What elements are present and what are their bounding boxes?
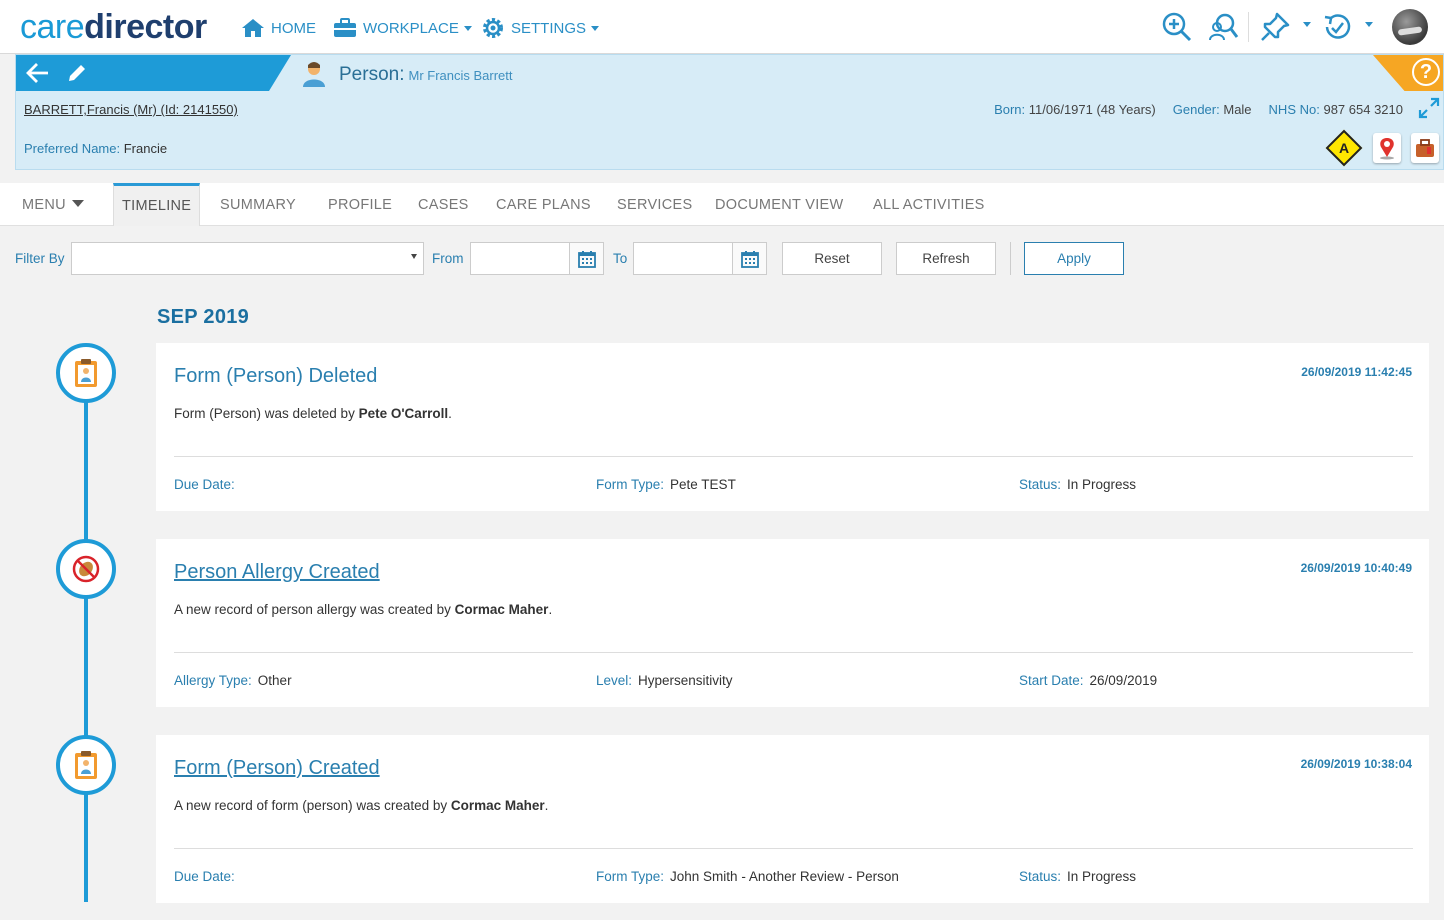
caredirector-logo[interactable]: caredirector bbox=[20, 8, 207, 47]
card-divider bbox=[174, 652, 1413, 653]
chevron-down-icon[interactable] bbox=[1365, 22, 1373, 27]
timeline-card-description: A new record of form (person) was create… bbox=[174, 798, 549, 813]
card-field: Form Type: John Smith - Another Review - … bbox=[596, 869, 899, 884]
timeline-card-date: 26/09/2019 10:38:04 bbox=[1300, 757, 1412, 771]
card-field: Status: In Progress bbox=[1019, 869, 1137, 884]
timeline-month-heading: SEP 2019 bbox=[157, 306, 250, 328]
alert-warning-icon[interactable]: A bbox=[1325, 129, 1363, 167]
preferred-name: Preferred Name: Francie bbox=[24, 141, 168, 156]
page-title: Person: Mr Francis Barrett bbox=[339, 64, 513, 85]
person-header: Person: Mr Francis Barrett ? BARRETT,Fran… bbox=[15, 54, 1444, 170]
timeline-card: Form (Person) Deleted 26/09/2019 11:42:4… bbox=[156, 343, 1429, 511]
form-clipboard-icon bbox=[75, 359, 97, 387]
advanced-search-icon[interactable] bbox=[1206, 10, 1240, 44]
timeline-card-description: Form (Person) was deleted by Pete O'Carr… bbox=[174, 406, 452, 421]
zoom-search-icon[interactable] bbox=[1160, 10, 1194, 44]
tab-document-view[interactable]: DOCUMENT VIEW bbox=[715, 183, 844, 226]
help-button[interactable]: ? bbox=[1412, 58, 1440, 86]
timeline-card: Person Allergy Created 26/09/2019 10:40:… bbox=[156, 539, 1429, 707]
from-label: From bbox=[432, 251, 464, 266]
from-calendar-icon[interactable] bbox=[569, 242, 604, 275]
case-briefcase-icon[interactable] bbox=[1411, 133, 1439, 163]
to-date-input[interactable] bbox=[633, 242, 733, 275]
location-pin-icon[interactable] bbox=[1373, 133, 1401, 163]
user-avatar[interactable] bbox=[1392, 9, 1428, 45]
chevron-down-icon bbox=[71, 199, 84, 207]
tab-bar: MENU TIMELINE SUMMARY PROFILE CASES CARE… bbox=[0, 183, 1444, 226]
person-id-link[interactable]: BARRETT,Francis (Mr) (Id: 2141550) bbox=[24, 102, 238, 117]
chevron-down-icon[interactable] bbox=[1303, 22, 1311, 27]
nav-home[interactable]: HOME bbox=[241, 16, 316, 40]
edit-pencil-icon[interactable] bbox=[66, 62, 88, 89]
dropdown-arrow-icon bbox=[411, 254, 417, 259]
gear-icon bbox=[483, 18, 503, 38]
person-demographics: Born: 11/06/1971 (48 Years) Gender: Male… bbox=[994, 102, 1403, 117]
filter-by-label: Filter By bbox=[15, 251, 65, 266]
home-icon bbox=[242, 19, 264, 37]
pin-icon[interactable] bbox=[1258, 10, 1292, 44]
tab-summary[interactable]: SUMMARY bbox=[220, 183, 296, 226]
timeline-card-date: 26/09/2019 10:40:49 bbox=[1300, 561, 1412, 575]
tab-timeline[interactable]: TIMELINE bbox=[113, 183, 201, 226]
card-divider bbox=[174, 456, 1413, 457]
tab-cases[interactable]: CASES bbox=[418, 183, 469, 226]
top-navigation: caredirector HOME WORKPLACE SETTINGS bbox=[0, 0, 1444, 54]
tab-all-activities[interactable]: ALL ACTIVITIES bbox=[873, 183, 985, 226]
briefcase-icon bbox=[334, 18, 356, 37]
reset-button[interactable]: Reset bbox=[782, 242, 882, 275]
timeline-card: Form (Person) Created 26/09/2019 10:38:0… bbox=[156, 735, 1429, 903]
from-date-input[interactable] bbox=[470, 242, 570, 275]
chevron-down-icon bbox=[591, 25, 600, 31]
chevron-down-icon bbox=[463, 25, 472, 31]
menu-dropdown[interactable]: MENU bbox=[22, 183, 84, 226]
header-action-bar bbox=[16, 55, 291, 91]
refresh-button[interactable]: Refresh bbox=[896, 242, 996, 275]
tab-profile[interactable]: PROFILE bbox=[328, 183, 392, 226]
timeline-card-title-link[interactable]: Person Allergy Created bbox=[174, 561, 380, 584]
to-calendar-icon[interactable] bbox=[732, 242, 767, 275]
card-field: Form Type: Pete TEST bbox=[596, 477, 736, 492]
filter-divider bbox=[1010, 242, 1011, 275]
timeline-card-title-link[interactable]: Form (Person) Created bbox=[174, 757, 380, 780]
nav-workplace[interactable]: WORKPLACE bbox=[333, 16, 472, 40]
timeline-card-date: 26/09/2019 11:42:45 bbox=[1301, 365, 1412, 379]
allergy-icon bbox=[72, 555, 100, 583]
recent-history-icon[interactable] bbox=[1320, 10, 1354, 44]
person-icon bbox=[300, 60, 328, 93]
timeline-card-description: A new record of person allergy was creat… bbox=[174, 602, 553, 617]
timeline-node bbox=[56, 343, 116, 403]
apply-button[interactable]: Apply bbox=[1024, 242, 1124, 275]
timeline-node bbox=[56, 735, 116, 795]
timeline-line bbox=[84, 372, 88, 902]
tab-services[interactable]: SERVICES bbox=[617, 183, 692, 226]
timeline-node bbox=[56, 539, 116, 599]
form-clipboard-icon bbox=[75, 751, 97, 779]
nav-settings[interactable]: SETTINGS bbox=[481, 16, 600, 40]
card-field: Due Date: bbox=[174, 477, 235, 492]
to-label: To bbox=[613, 251, 628, 266]
card-field: Status: In Progress bbox=[1019, 477, 1137, 492]
expand-icon[interactable] bbox=[1418, 97, 1440, 124]
timeline-card-title: Form (Person) Deleted bbox=[174, 365, 378, 387]
card-field: Due Date: bbox=[174, 869, 235, 884]
toolbar-divider bbox=[1248, 12, 1249, 42]
tab-care-plans[interactable]: CARE PLANS bbox=[496, 183, 591, 226]
back-arrow-icon[interactable] bbox=[26, 62, 50, 89]
person-badges: A bbox=[1325, 129, 1439, 167]
card-field: Level: Hypersensitivity bbox=[596, 673, 733, 688]
card-field: Allergy Type: Other bbox=[174, 673, 292, 688]
filter-by-select[interactable] bbox=[71, 242, 424, 275]
card-divider bbox=[174, 848, 1413, 849]
card-field: Start Date: 26/09/2019 bbox=[1019, 673, 1158, 688]
